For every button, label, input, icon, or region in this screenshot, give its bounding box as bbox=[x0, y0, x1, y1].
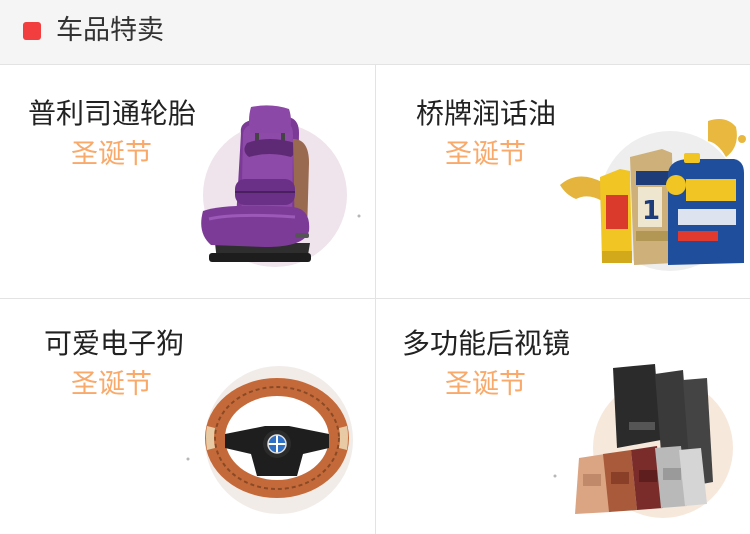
product-promo: 圣诞节 bbox=[71, 369, 152, 400]
engine-oil-bottles-image: 1 bbox=[560, 119, 746, 271]
purple-car-seat-cover-image bbox=[201, 105, 361, 267]
product-card[interactable]: 普利司通轮胎 圣诞节 bbox=[0, 65, 375, 298]
product-promo: 圣诞节 bbox=[71, 139, 152, 170]
product-name: 普利司通轮胎 bbox=[28, 97, 197, 130]
product-name: 桥牌润话油 bbox=[416, 97, 557, 130]
product-name: 可爱电子狗 bbox=[44, 327, 185, 360]
product-promo: 圣诞节 bbox=[445, 139, 526, 170]
product-card[interactable]: 多功能后视镜 圣诞节 bbox=[376, 299, 750, 532]
product-name: 多功能后视镜 bbox=[402, 327, 571, 360]
section-header: 车品特卖 bbox=[0, 0, 750, 65]
product-card[interactable]: 桥牌润话油 圣诞节 1 bbox=[376, 65, 750, 298]
product-promo: 圣诞节 bbox=[445, 369, 526, 400]
car-floor-mats-image bbox=[553, 364, 733, 518]
svg-text:1: 1 bbox=[642, 196, 660, 226]
steering-wheel-cover-image bbox=[186, 366, 353, 514]
product-card[interactable]: 可爱电子狗 圣诞节 bbox=[0, 299, 375, 532]
product-grid: 普利司通轮胎 圣诞节 桥牌润话油 圣诞节 1 可爱电子狗 圣诞节 多功能后视镜 … bbox=[0, 65, 750, 534]
section-title: 车品特卖 bbox=[56, 15, 164, 46]
section-marker-icon bbox=[23, 22, 41, 40]
